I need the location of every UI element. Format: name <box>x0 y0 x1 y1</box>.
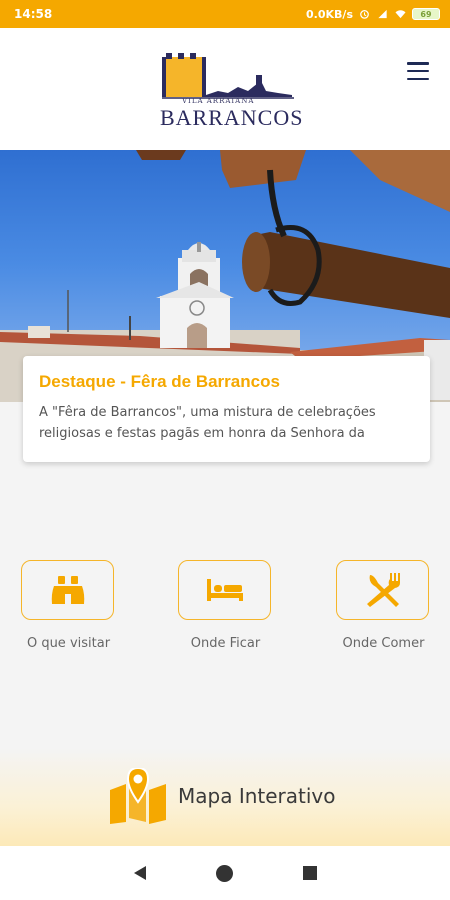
fork-knife-icon <box>366 573 400 607</box>
map-marker-icon <box>110 768 166 824</box>
logo-title: BARRANCOS <box>160 105 304 130</box>
castle-tower-icon <box>162 53 294 99</box>
shortcut-box[interactable] <box>336 560 429 620</box>
system-nav-bar <box>0 846 450 900</box>
binoculars-icon <box>51 576 84 604</box>
home-icon[interactable] <box>215 864 233 882</box>
back-icon[interactable] <box>133 866 146 880</box>
signal-icon <box>378 9 387 19</box>
bed-icon <box>206 579 243 601</box>
featured-card[interactable]: Destaque - Fêra de Barrancos A "Fêra de … <box>23 356 430 462</box>
logo-subtitle: VILA ARRAIANA <box>182 97 255 105</box>
shortcut-label: Onde Ficar <box>190 636 261 651</box>
status-bar: 14:58 0.0KB/s 69 <box>0 0 450 28</box>
shortcut-box[interactable] <box>178 560 271 620</box>
featured-title: Destaque - Fêra de Barrancos <box>39 372 280 391</box>
featured-text: A "Fêra de Barrancos", uma mistura de ce… <box>39 405 376 441</box>
status-time: 14:58 <box>14 7 53 21</box>
wifi-icon <box>395 10 406 19</box>
app-header: VILA ARRAIANA BARRANCOS <box>0 28 450 150</box>
shortcut-o-que-visitar[interactable]: O que visitar <box>21 560 116 651</box>
map-interativo-button[interactable]: Mapa Interativo <box>108 768 336 824</box>
hamburger-menu-icon[interactable] <box>404 60 432 82</box>
shortcut-label: Onde Comer <box>342 636 425 651</box>
map-band: Mapa Interativo <box>0 748 450 846</box>
shortcut-label: O que visitar <box>26 636 111 651</box>
shortcut-onde-ficar[interactable]: Onde Ficar <box>178 560 273 651</box>
shortcut-box[interactable] <box>21 560 114 620</box>
recent-apps-icon[interactable] <box>302 866 317 880</box>
network-speed: 0.0KB/s <box>306 7 353 21</box>
barrancos-logo: VILA ARRAIANA BARRANCOS <box>158 53 302 130</box>
battery-icon: 69 <box>412 8 440 20</box>
map-button-label: Mapa Interativo <box>178 784 336 808</box>
shortcut-onde-comer[interactable]: Onde Comer <box>336 560 431 651</box>
alarm-icon <box>360 10 369 19</box>
